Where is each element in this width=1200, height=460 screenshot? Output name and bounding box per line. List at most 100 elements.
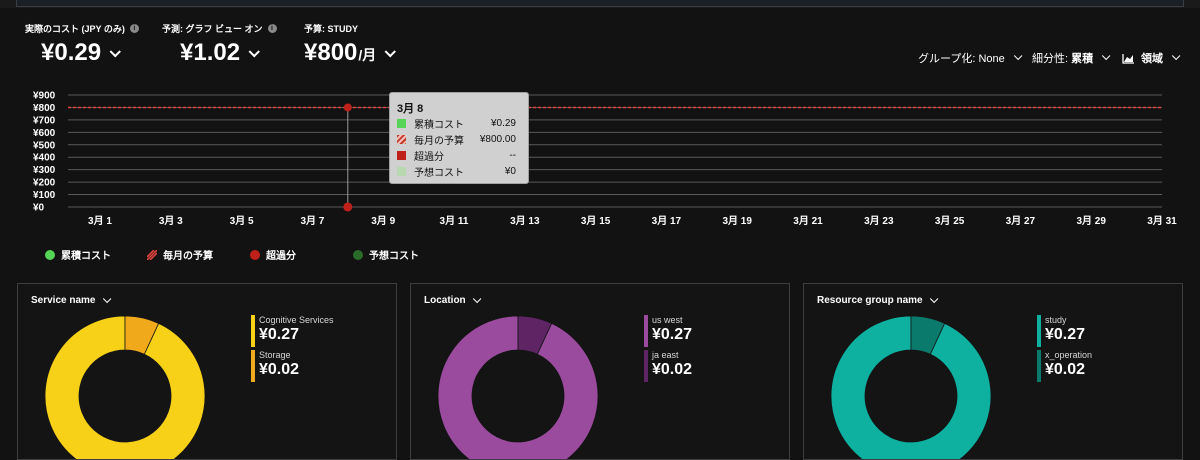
y-tick-label: ¥800 bbox=[33, 103, 56, 114]
y-tick-label: ¥0 bbox=[33, 203, 45, 214]
item-value: ¥0.27 bbox=[652, 326, 693, 343]
chevron-down-icon bbox=[384, 46, 397, 58]
x-tick-label: 3月 23 bbox=[864, 215, 894, 227]
budget-hatch-icon bbox=[147, 249, 157, 260]
chevron-down-icon bbox=[472, 294, 482, 303]
card-title-dropdown[interactable]: Resource group name bbox=[817, 294, 938, 306]
card-legend-item[interactable]: us west ¥0.27 bbox=[644, 315, 692, 347]
x-tick-label: 3月 17 bbox=[652, 215, 682, 227]
x-tick-label: 3月 11 bbox=[440, 215, 469, 227]
legend-accumulated[interactable]: 累積コスト bbox=[45, 247, 111, 262]
granularity-label: 細分性: bbox=[1032, 53, 1072, 65]
chart-tooltip: 3月 8 累積コスト ¥0.29 毎月の予算 ¥800.00 超過分 -- 予想… bbox=[389, 92, 529, 184]
info-icon[interactable]: i bbox=[267, 24, 277, 33]
tooltip-row-over: 超過分 -- bbox=[397, 148, 516, 163]
kpi-budget-value: ¥800 bbox=[304, 39, 358, 66]
group-by-dropdown[interactable]: グループ化: None bbox=[918, 50, 1023, 66]
over-swatch bbox=[397, 150, 406, 160]
card-title-dropdown[interactable]: Location bbox=[424, 294, 482, 306]
chevron-down-icon bbox=[1102, 51, 1111, 61]
kpi-actual-cost-label: 実際のコスト (JPY のみ) bbox=[25, 24, 125, 34]
area-chart-icon bbox=[1122, 53, 1134, 64]
card-title-dropdown[interactable]: Service name bbox=[31, 294, 111, 306]
service-donut-chart[interactable] bbox=[45, 316, 205, 460]
card-resource-group: Resource group name study ¥0.27 x_operat… bbox=[803, 283, 1183, 460]
kpi-actual-cost-value-dropdown[interactable]: ¥0.29 bbox=[41, 39, 139, 67]
card-legend-item[interactable]: Storage ¥0.02 bbox=[251, 350, 299, 382]
item-value: ¥0.27 bbox=[259, 326, 300, 343]
tooltip-row-forecast: 予想コスト ¥0 bbox=[397, 164, 516, 179]
accumulated-point bbox=[343, 202, 353, 212]
legend-label: 累積コスト bbox=[61, 251, 111, 262]
top-scroll-region bbox=[0, 0, 1200, 8]
over-dot-icon bbox=[250, 249, 260, 260]
legend-color-bar bbox=[1037, 350, 1041, 382]
x-tick-label: 3月 27 bbox=[1006, 215, 1036, 227]
x-tick-label: 3月 1 bbox=[88, 215, 112, 227]
card-title: Resource group name bbox=[817, 295, 923, 306]
legend-label: 超過分 bbox=[266, 251, 296, 262]
x-tick-label: 3月 13 bbox=[510, 215, 540, 227]
item-name: Cognitive Services bbox=[259, 315, 334, 325]
y-tick-label: ¥200 bbox=[33, 178, 56, 189]
y-tick-label: ¥300 bbox=[33, 165, 56, 176]
tooltip-row-name: 累積コスト bbox=[414, 119, 464, 131]
chevron-down-icon bbox=[102, 294, 111, 303]
granularity-dropdown[interactable]: 細分性: 累積 bbox=[1032, 50, 1111, 66]
legend-color-bar bbox=[644, 350, 648, 382]
view-type-label: 領域 bbox=[1141, 53, 1163, 65]
x-tick-label: 3月 3 bbox=[159, 215, 183, 227]
granularity-value: 累積 bbox=[1071, 53, 1094, 65]
tooltip-row-value: -- bbox=[509, 149, 516, 161]
kpi-forecast-value: ¥1.02 bbox=[180, 39, 241, 66]
x-tick-label: 3月 9 bbox=[371, 215, 395, 227]
view-type-dropdown[interactable]: 領域 bbox=[1122, 50, 1181, 66]
legend-over[interactable]: 超過分 bbox=[250, 247, 296, 262]
legend-forecast[interactable]: 予想コスト bbox=[353, 247, 419, 262]
kpi-budget: 予算: STUDY ¥800/月 bbox=[304, 22, 397, 67]
x-tick-label: 3月 5 bbox=[230, 215, 254, 227]
card-legend-item[interactable]: study ¥0.27 bbox=[1037, 315, 1085, 347]
card-title: Service name bbox=[31, 295, 96, 306]
y-tick-label: ¥400 bbox=[33, 153, 56, 164]
card-legend-item[interactable]: x_operation ¥0.02 bbox=[1037, 350, 1092, 382]
forecast-swatch bbox=[397, 166, 406, 176]
card-title: Location bbox=[424, 295, 466, 306]
item-name: study bbox=[1045, 315, 1067, 325]
item-name: us west bbox=[652, 315, 683, 325]
legend-budget[interactable]: 毎月の予算 bbox=[147, 247, 213, 262]
location-donut-chart[interactable] bbox=[438, 316, 598, 460]
y-tick-label: ¥900 bbox=[33, 91, 56, 102]
kpi-forecast-label: 予測: グラフ ビュー オン bbox=[162, 24, 263, 34]
legend-color-bar bbox=[251, 315, 255, 347]
x-tick-label: 3月 19 bbox=[722, 215, 752, 227]
card-legend-item[interactable]: Cognitive Services ¥0.27 bbox=[251, 315, 334, 347]
item-value: ¥0.02 bbox=[1045, 361, 1086, 378]
legend-color-bar bbox=[251, 350, 255, 382]
chevron-down-icon bbox=[929, 294, 938, 303]
item-name: ja east bbox=[652, 350, 679, 360]
resource-group-donut-chart[interactable] bbox=[831, 316, 991, 460]
x-tick-label: 3月 21 bbox=[793, 215, 823, 227]
kpi-actual-cost: 実際のコスト (JPY のみ) i ¥0.29 bbox=[25, 22, 139, 67]
tooltip-row-value: ¥800.00 bbox=[479, 133, 516, 145]
item-name: Storage bbox=[259, 350, 291, 360]
cost-area-chart[interactable]: ¥0 ¥100¥200 ¥300¥400 ¥500¥600 ¥700¥800¥900 3月… bbox=[0, 85, 1200, 235]
kpi-actual-cost-value: ¥0.29 bbox=[41, 39, 102, 66]
item-value: ¥0.02 bbox=[259, 361, 300, 378]
legend-label: 毎月の予算 bbox=[163, 251, 213, 262]
group-by-label: グループ化: None bbox=[918, 53, 1005, 65]
x-tick-label: 3月 29 bbox=[1076, 215, 1106, 227]
kpi-budget-value-dropdown[interactable]: ¥800/月 bbox=[304, 39, 397, 67]
x-tick-label: 3月 15 bbox=[581, 215, 611, 227]
item-name: x_operation bbox=[1045, 350, 1093, 360]
chevron-down-icon bbox=[1013, 51, 1023, 61]
info-icon[interactable]: i bbox=[129, 24, 139, 33]
legend-color-bar bbox=[1037, 315, 1041, 347]
kpi-forecast-value-dropdown[interactable]: ¥1.02 bbox=[180, 39, 277, 67]
card-service-name: Service name Cognitive Services ¥0.27 St… bbox=[17, 283, 397, 460]
over-point bbox=[343, 103, 352, 112]
card-legend-item[interactable]: ja east ¥0.02 bbox=[644, 350, 692, 382]
chevron-down-icon bbox=[1171, 51, 1181, 61]
chevron-down-icon bbox=[248, 46, 260, 58]
